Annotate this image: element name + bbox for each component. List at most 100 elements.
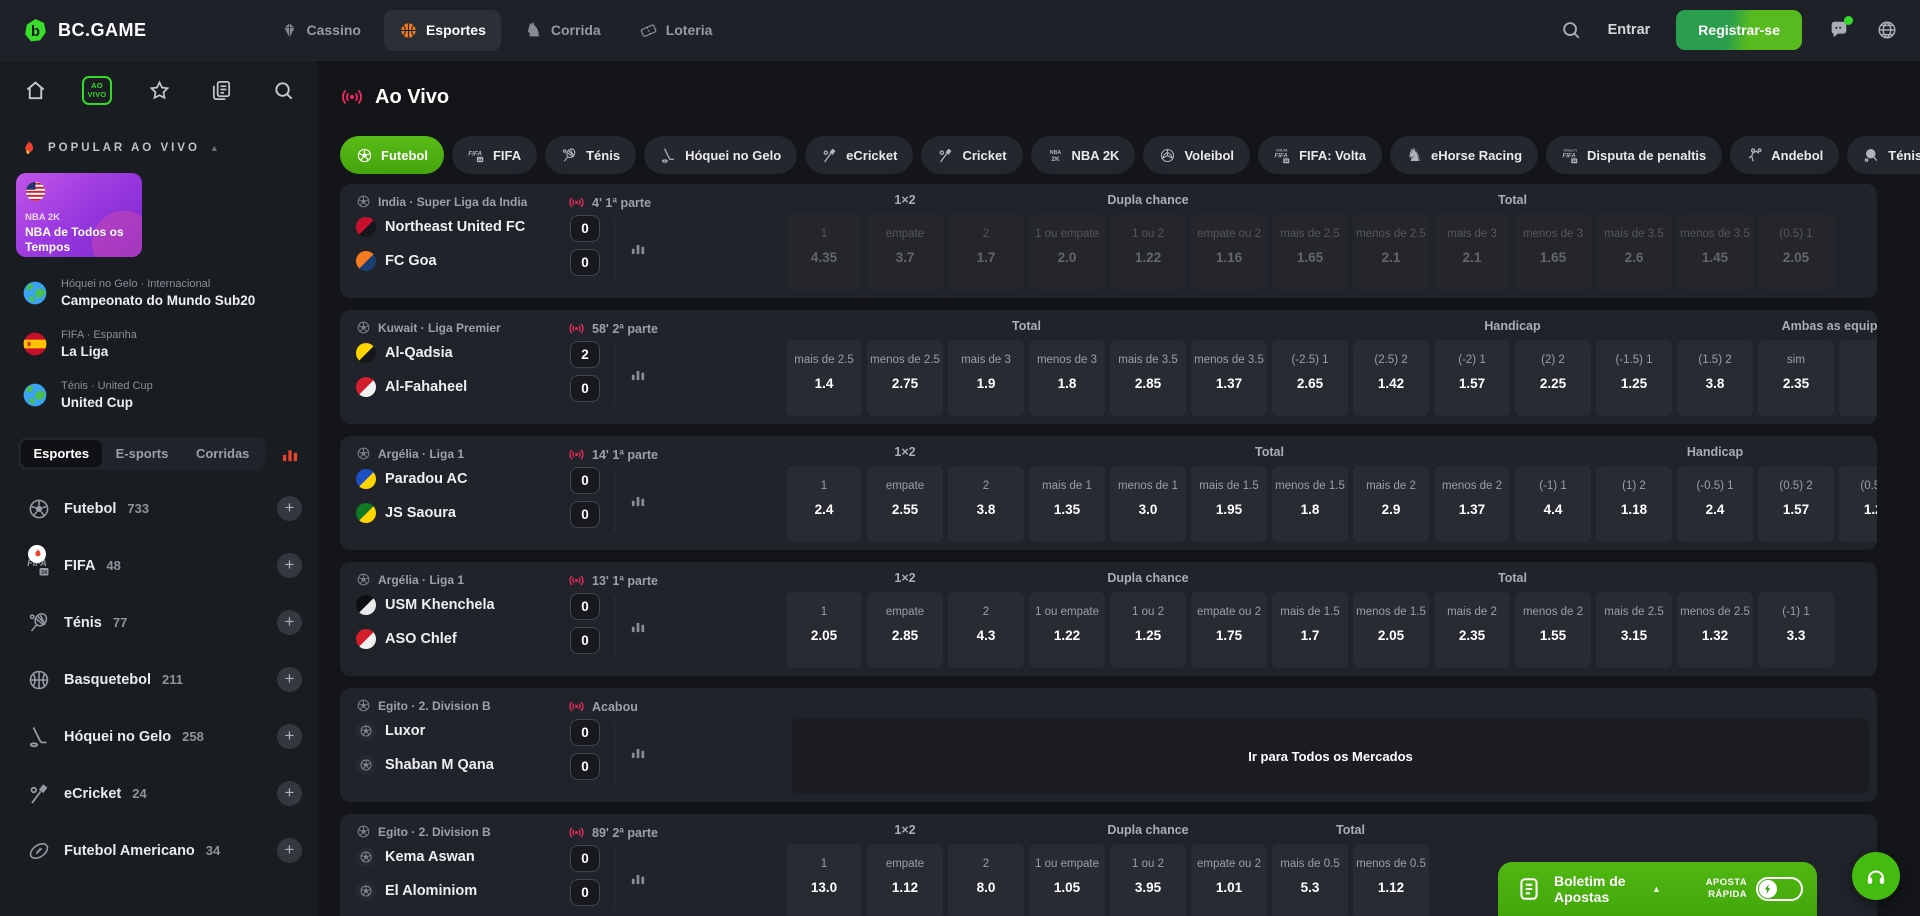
filter-chip-ehorse-racing[interactable]: ♞eHorse Racing: [1390, 136, 1538, 174]
odds-cell[interactable]: empate1.12: [867, 844, 943, 916]
odds-cell[interactable]: (1.5) 23.8: [1677, 340, 1753, 416]
betslip-bar[interactable]: Boletim de Apostas ▲ APOSTA RÁPIDA: [1498, 862, 1817, 916]
popular-live-item[interactable]: Hóquei no Gelo · InternacionalCampeonato…: [0, 278, 318, 308]
filter-chip-nba-2k[interactable]: NBA2KNBA 2K: [1031, 136, 1136, 174]
match-stats-icon[interactable]: [629, 239, 647, 257]
filter-chip-fifa[interactable]: FIFA24FIFA: [452, 136, 537, 174]
sidebar-sport-futebol-americano[interactable]: Futebol Americano34+: [0, 822, 318, 879]
match-card[interactable]: Argélia · Liga 114' 1ª parteParadou AC0J…: [340, 436, 1877, 550]
rail-item-bet-slips[interactable]: [206, 75, 236, 105]
odds-cell[interactable]: menos de 21.37: [1434, 466, 1510, 542]
match-card[interactable]: Egito · 2. Division BAcabouLuxor0Shaban …: [340, 688, 1877, 802]
sidebar-sport-hóquei-no-gelo[interactable]: Hóquei no Gelo258+: [0, 708, 318, 765]
odds-cell[interactable]: 28.0: [948, 844, 1024, 916]
odds-cell[interactable]: menos de 1.51.8: [1272, 466, 1348, 542]
odds-cell[interactable]: (-2) 11.57: [1434, 340, 1510, 416]
login-link[interactable]: Entrar: [1608, 22, 1651, 38]
sidebar-sport-futebol[interactable]: Futebol733+: [0, 480, 318, 537]
match-stats-icon[interactable]: [629, 869, 647, 887]
odds-cell[interactable]: 12.4: [786, 466, 862, 542]
odds-cell[interactable]: mais de 1.51.7: [1272, 592, 1348, 668]
stats-red-icon[interactable]: [280, 444, 300, 464]
filter-chip-t-nis[interactable]: Ténis: [545, 136, 636, 174]
odds-cell[interactable]: mais de 22.9: [1353, 466, 1429, 542]
odds-cell[interactable]: (-1.5) 11.25: [1596, 340, 1672, 416]
odds-cell[interactable]: mais de 1.51.95: [1191, 466, 1267, 542]
odds-cell[interactable]: (-2.5) 12.65: [1272, 340, 1348, 416]
language-globe-icon[interactable]: [1876, 19, 1898, 41]
expand-sport-button[interactable]: +: [277, 838, 302, 863]
match-stats-icon[interactable]: [629, 743, 647, 761]
odds-cell[interactable]: menos de 13.0: [1110, 466, 1186, 542]
odds-cell[interactable]: (2) 22.25: [1515, 340, 1591, 416]
all-markets-button[interactable]: Ir para Todos os Mercados: [792, 718, 1869, 794]
filter-chip-disputa-de-penaltis[interactable]: PENALTYFIFA24Disputa de penaltis: [1546, 136, 1722, 174]
odds-cell[interactable]: mais de 2.53.15: [1596, 592, 1672, 668]
sidebar-tab-esportes[interactable]: Esportes: [21, 440, 102, 467]
sidebar-sport-ténis[interactable]: Ténis77+: [0, 594, 318, 651]
odds-cell[interactable]: mais de 2.51.4: [786, 340, 862, 416]
odds-cell[interactable]: menos de 2.51.32: [1677, 592, 1753, 668]
odds-cell[interactable]: menos de 2.52.75: [867, 340, 943, 416]
odds-cell[interactable]: 1 ou empate1.05: [1029, 844, 1105, 916]
brand-logo[interactable]: b BC.GAME: [22, 17, 147, 44]
expand-sport-button[interactable]: +: [277, 610, 302, 635]
odds-cell[interactable]: 1 ou empate1.22: [1029, 592, 1105, 668]
expand-sport-button[interactable]: +: [277, 667, 302, 692]
match-card[interactable]: India · Super Liga da India4' 1ª parteNo…: [340, 184, 1877, 298]
filter-chip-fifa-volta[interactable]: VOLTAFIFA24FIFA: Volta: [1258, 136, 1382, 174]
popular-live-item[interactable]: FIFA · EspanhaLa Liga: [0, 329, 318, 359]
filter-chip-h-quei-no-gelo[interactable]: Hóquei no Gelo: [644, 136, 797, 174]
promo-card-nba2k[interactable]: NBA 2K NBA de Todos os Tempos: [16, 173, 142, 257]
odds-cell[interactable]: (-1) 14.4: [1515, 466, 1591, 542]
register-button[interactable]: Registrar-se: [1676, 10, 1802, 50]
rail-item-live[interactable]: AOVIVO: [82, 75, 112, 105]
expand-sport-button[interactable]: +: [277, 553, 302, 578]
odds-cell[interactable]: sim2.35: [1758, 340, 1834, 416]
filter-chip-futebol[interactable]: Futebol: [340, 136, 444, 174]
odds-cell[interactable]: menos de 21.55: [1515, 592, 1591, 668]
nav-item-esportes[interactable]: Esportes: [384, 10, 501, 51]
filter-chip-ecricket[interactable]: eCricket: [805, 136, 913, 174]
odds-cell[interactable]: mais de 3.52.85: [1110, 340, 1186, 416]
odds-cell[interactable]: empate2.55: [867, 466, 943, 542]
odds-cell[interactable]: menos de 0.51.12: [1353, 844, 1429, 916]
odds-cell[interactable]: [1839, 340, 1877, 416]
sidebar-sport-ecricket[interactable]: eCricket24+: [0, 765, 318, 822]
odds-cell[interactable]: 23.8: [948, 466, 1024, 542]
sidebar-sport-fifa[interactable]: FIFA24FIFA48+: [0, 537, 318, 594]
match-stats-icon[interactable]: [629, 365, 647, 383]
popular-live-item[interactable]: Ténis · United CupUnited Cup: [0, 380, 318, 410]
quick-bet-toggle[interactable]: [1756, 877, 1803, 901]
sidebar-tab-e-sports[interactable]: E-sports: [102, 440, 183, 467]
chat-icon[interactable]: [1828, 19, 1850, 41]
odds-cell[interactable]: (0.5) 21.57: [1758, 466, 1834, 542]
match-stats-icon[interactable]: [629, 617, 647, 635]
expand-sport-button[interactable]: +: [277, 781, 302, 806]
match-card[interactable]: Argélia · Liga 113' 1ª parteUSM Khenchel…: [340, 562, 1877, 676]
odds-cell[interactable]: mais de 31.9: [948, 340, 1024, 416]
rail-item-search[interactable]: [268, 75, 298, 105]
match-stats-icon[interactable]: [629, 491, 647, 509]
odds-cell[interactable]: 1 ou 21.25: [1110, 592, 1186, 668]
odds-cell[interactable]: 113.0: [786, 844, 862, 916]
rail-item-home[interactable]: [20, 75, 50, 105]
expand-sport-button[interactable]: +: [277, 496, 302, 521]
odds-cell[interactable]: empate ou 21.01: [1191, 844, 1267, 916]
odds-cell[interactable]: empate2.85: [867, 592, 943, 668]
odds-cell[interactable]: 24.3: [948, 592, 1024, 668]
filter-chip-t-nis-de-mesa[interactable]: Ténis de Mesa: [1847, 136, 1920, 174]
search-icon[interactable]: [1560, 19, 1582, 41]
nav-item-cassino[interactable]: Cassino: [265, 10, 376, 51]
rail-item-favorites[interactable]: [144, 75, 174, 105]
odds-cell[interactable]: mais de 22.35: [1434, 592, 1510, 668]
filter-chip-andebol[interactable]: Andebol: [1730, 136, 1839, 174]
support-button[interactable]: [1852, 852, 1900, 900]
odds-cell[interactable]: menos de 1.52.05: [1353, 592, 1429, 668]
nav-item-loteria[interactable]: Loteria: [624, 10, 728, 51]
filter-chip-voleibol[interactable]: Voleibol: [1143, 136, 1250, 174]
filter-chip-cricket[interactable]: Cricket: [921, 136, 1022, 174]
nav-item-corrida[interactable]: ♞Corrida: [509, 10, 616, 51]
odds-cell[interactable]: (1) 21.18: [1596, 466, 1672, 542]
odds-cell[interactable]: mais de 0.55.3: [1272, 844, 1348, 916]
